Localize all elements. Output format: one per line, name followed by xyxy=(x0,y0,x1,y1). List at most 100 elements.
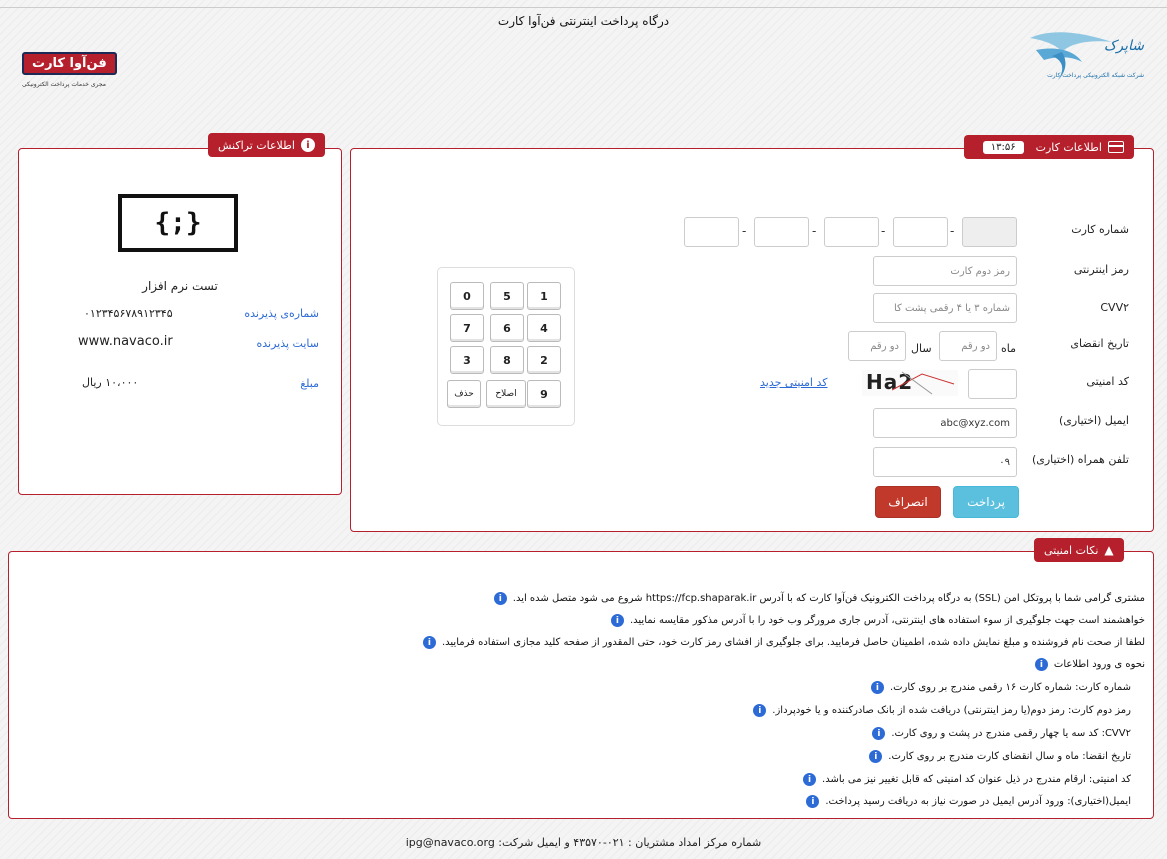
merchant-site: www.navaco.ir xyxy=(78,334,173,349)
merchant-site-label: سایت پذیرنده xyxy=(256,337,320,350)
cvv2-field[interactable]: شماره ۳ یا ۴ رقمی پشت کا xyxy=(873,293,1017,323)
captcha-refresh-link[interactable]: کد امنیتی جدید xyxy=(760,376,828,389)
expiry-label: تاریخ انقضای xyxy=(1070,337,1129,350)
header-divider xyxy=(0,7,1167,8)
phone-label: تلفن همراه (اختیاری) xyxy=(1031,453,1129,466)
session-timer: ۱۳:۵۶ xyxy=(982,140,1024,154)
info-icon: i xyxy=(422,636,436,649)
amount-label: مبلغ xyxy=(300,377,319,390)
security-tip: i خواهشمند است جهت جلوگیری از سوء استفاده… xyxy=(610,614,1145,627)
keypad-key-7[interactable]: 7 xyxy=(450,314,484,342)
cancel-button[interactable]: انصراف xyxy=(875,486,941,518)
pay-button[interactable]: پرداخت xyxy=(953,486,1019,518)
input-guide-text: رمز دوم کارت: رمز دوم(یا رمز اینترنتی) د… xyxy=(772,705,1131,716)
input-guide-text: CVV۲: کد سه یا چهار رقمی مندرج در پشت و … xyxy=(891,728,1131,739)
fanava-logo: فن‌آوا کارت مجری خدمات پرداخت الکترونیکی xyxy=(22,52,142,96)
captcha-image: Ha2 xyxy=(862,370,958,396)
expiry-month-field[interactable]: دو رقم xyxy=(939,331,997,361)
info-icon: i xyxy=(806,795,820,808)
credit-card-icon xyxy=(1108,141,1124,153)
security-tips-tab: ▲ نکات امنیتی xyxy=(1034,538,1124,562)
card-number-separator: - xyxy=(742,224,747,238)
input-guide-item: i تاریخ انقضا: ماه و سال انقضای کارت مندر… xyxy=(869,750,1131,763)
info-icon: i xyxy=(870,681,884,694)
card-number-part-5[interactable] xyxy=(684,217,739,247)
input-guide-text: شماره کارت: شماره کارت ۱۶ رقمی مندرج بر … xyxy=(889,682,1131,693)
amount-value: ۱۰،۰۰۰ ریال xyxy=(82,376,139,389)
input-guide-text: ایمیل(اختیاری): ورود آدرس ایمیل در صورت … xyxy=(825,796,1131,807)
cvv2-label: CVV۲ xyxy=(1100,301,1129,314)
keypad-key-3[interactable]: 3 xyxy=(450,346,484,374)
captcha-field[interactable] xyxy=(968,369,1017,399)
input-guide-item: i کد امنیتی: ارقام مندرج در ذیل عنوان کد … xyxy=(803,773,1131,786)
info-icon: i xyxy=(872,727,886,740)
security-tip-text: لطفا از صحت نام فروشنده و مبلغ نمایش داد… xyxy=(441,637,1145,648)
input-guide-text: کد امنیتی: ارقام مندرج در ذیل عنوان کد ا… xyxy=(822,774,1131,785)
info-icon: i xyxy=(753,704,767,717)
shaparak-logo-text: شاپرک xyxy=(1103,38,1144,54)
merchant-logo-glyph: {;} xyxy=(154,208,202,238)
shaparak-logo: شاپرک شرکت شبکه الکترونیکی پرداخت کارت xyxy=(1022,28,1150,88)
captcha-noise xyxy=(892,371,955,395)
input-guide-item: i CVV۲: کد سه یا چهار رقمی مندرج در پشت و… xyxy=(872,727,1131,740)
phone-field[interactable]: ۰۹ xyxy=(873,447,1017,477)
merchant-logo: {;} xyxy=(118,194,238,252)
security-tip-text: نحوه ی ورود اطلاعات xyxy=(1053,659,1145,670)
keypad-correct-button[interactable]: اصلاح xyxy=(486,380,526,408)
card-number-separator: - xyxy=(812,224,817,238)
email-label: ایمیل (اختیاری) xyxy=(1059,414,1129,427)
year-label: سال xyxy=(911,342,932,355)
info-icon: i xyxy=(300,138,315,152)
info-icon: i xyxy=(803,773,817,786)
merchant-name: تست نرم افزار xyxy=(142,279,218,293)
shaparak-logo-graphic xyxy=(1030,32,1112,80)
card-number-label: شماره کارت xyxy=(1071,223,1129,236)
pin-field[interactable]: رمز دوم کارت xyxy=(873,256,1017,286)
input-guide-text: تاریخ انقضا: ماه و سال انقضای کارت مندرج… xyxy=(888,751,1131,762)
keypad-key-4[interactable]: 4 xyxy=(527,314,561,342)
security-tip-text: مشتری گرامی شما با پروتکل امن (SSL) به د… xyxy=(512,593,1145,604)
card-info-tab-label: اطلاعات کارت xyxy=(1035,140,1102,154)
info-icon: i xyxy=(610,614,624,627)
merchant-number: ۰۱۲۳۴۵۶۷۸۹۱۲۳۴۵ xyxy=(84,307,173,320)
security-tip: i مشتری گرامی شما با پروتکل امن (SSL) به … xyxy=(493,592,1145,605)
pin-label: رمز اینترنتی xyxy=(1073,263,1129,276)
shaparak-logo-subtitle: شرکت شبکه الکترونیکی پرداخت کارت xyxy=(1047,72,1144,79)
security-tip: i لطفا از صحت نام فروشنده و مبلغ نمایش دا… xyxy=(422,636,1145,649)
email-field[interactable]: abc@xyz.com xyxy=(873,408,1017,438)
input-guide-item: i رمز دوم کارت: رمز دوم(یا رمز اینترنتی) … xyxy=(753,704,1131,717)
info-icon: i xyxy=(869,750,883,763)
expiry-year-field[interactable]: دو رقم xyxy=(848,331,906,361)
keypad-key-8[interactable]: 8 xyxy=(490,346,524,374)
keypad-delete-button[interactable]: حذف xyxy=(447,380,481,408)
card-info-tab: اطلاعات کارت ۱۳:۵۶ xyxy=(964,135,1134,159)
page-title: درگاه پرداخت اینترنتی فن‌آوا کارت xyxy=(497,14,670,28)
input-guide-item: i شماره کارت: شماره کارت ۱۶ رقمی مندرج بر… xyxy=(870,681,1131,694)
fanava-logo-text: فن‌آوا کارت xyxy=(22,52,117,75)
transaction-info-tab-label: اطلاعات تراکنش xyxy=(218,138,295,152)
footer-contact: شماره مرکز امداد مشتریان : ۰۲۱-۴۳۵۷۰ و ا… xyxy=(405,836,762,849)
card-number-separator: - xyxy=(881,224,886,238)
captcha-label: کد امنیتی xyxy=(1086,375,1129,388)
card-number-part-4[interactable] xyxy=(754,217,809,247)
input-guide-item: i ایمیل(اختیاری): ورود آدرس ایمیل در صورت… xyxy=(806,795,1131,808)
security-tip: i نحوه ی ورود اطلاعات xyxy=(1034,658,1145,671)
keypad-key-2[interactable]: 2 xyxy=(527,346,561,374)
keypad-key-1[interactable]: 1 xyxy=(527,282,561,310)
warning-icon: ▲ xyxy=(1104,543,1114,557)
fanava-logo-subtitle: مجری خدمات پرداخت الکترونیکی xyxy=(22,81,106,88)
card-number-part-3[interactable] xyxy=(824,217,879,247)
merchant-number-label: شماره‌ی پذیرنده xyxy=(244,307,319,320)
card-number-separator: - xyxy=(950,224,955,238)
info-icon: i xyxy=(1034,658,1048,671)
card-number-part-1 xyxy=(962,217,1017,247)
card-number-part-2[interactable] xyxy=(893,217,948,247)
keypad-key-9[interactable]: 9 xyxy=(527,380,561,408)
info-icon: i xyxy=(493,592,507,605)
transaction-info-tab: i اطلاعات تراکنش xyxy=(208,133,325,157)
security-tip-text: خواهشمند است جهت جلوگیری از سوء استفاده … xyxy=(629,615,1145,626)
keypad-key-5[interactable]: 5 xyxy=(490,282,524,310)
keypad-key-0[interactable]: 0 xyxy=(450,282,484,310)
keypad-key-6[interactable]: 6 xyxy=(490,314,524,342)
month-label: ماه xyxy=(1001,342,1017,355)
